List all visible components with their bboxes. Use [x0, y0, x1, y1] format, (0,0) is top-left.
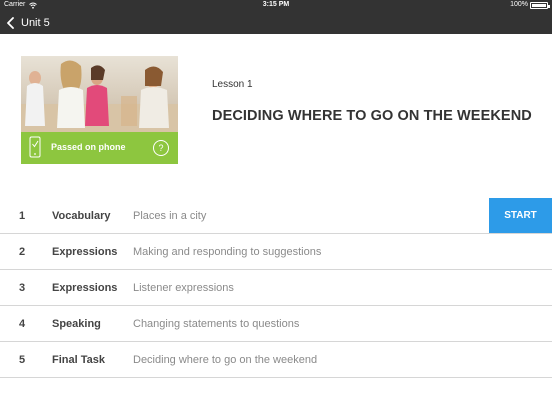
activity-type: Expressions	[52, 282, 118, 294]
nav-bar: Unit 5	[0, 12, 552, 34]
activity-number: 4	[19, 318, 26, 330]
status-time: 3:15 PM	[262, 1, 290, 8]
activity-description: Making and responding to suggestions	[133, 246, 322, 258]
activity-type: Vocabulary	[52, 210, 111, 222]
back-button[interactable]: Unit 5	[6, 14, 50, 32]
activity-description: Listener expressions	[133, 282, 234, 294]
activity-row[interactable]: 2 Expressions Making and responding to s…	[0, 234, 552, 270]
passed-label: Passed on phone	[51, 142, 126, 152]
status-bar: Carrier 3:15 PM 100%	[0, 0, 552, 11]
activity-description: Changing statements to questions	[133, 318, 300, 330]
activity-row[interactable]: 5 Final Task Deciding where to go on the…	[0, 342, 552, 378]
battery-percent: 100%	[510, 1, 528, 8]
lesson-thumbnail[interactable]: Passed on phone ?	[21, 56, 178, 164]
lesson-photo	[21, 56, 178, 132]
chevron-left-icon	[7, 17, 14, 29]
activity-type: Expressions	[52, 246, 118, 258]
activity-row[interactable]: 1 Vocabulary Places in a city START	[0, 198, 552, 234]
battery-icon	[530, 2, 550, 9]
activity-number: 1	[19, 210, 26, 222]
back-label: Unit 5	[21, 17, 50, 29]
phone-check-icon	[29, 136, 41, 158]
activity-number: 5	[19, 354, 26, 366]
activity-description: Deciding where to go on the weekend	[133, 354, 318, 366]
activity-list: 1 Vocabulary Places in a city START 2 Ex…	[0, 198, 552, 378]
passed-banner: Passed on phone ?	[21, 132, 178, 164]
start-button[interactable]: START	[489, 198, 552, 233]
activity-number: 2	[19, 246, 26, 258]
activity-description: Places in a city	[133, 210, 207, 222]
activity-number: 3	[19, 282, 26, 294]
top-bar: Carrier 3:15 PM 100% Unit 5	[0, 0, 552, 34]
activity-row[interactable]: 3 Expressions Listener expressions	[0, 270, 552, 306]
activity-type: Final Task	[52, 354, 105, 366]
activity-type: Speaking	[52, 318, 101, 330]
help-icon[interactable]: ?	[153, 140, 169, 156]
activity-row[interactable]: 4 Speaking Changing statements to questi…	[0, 306, 552, 342]
lesson-title: DECIDING WHERE TO GO ON THE WEEKEND	[212, 108, 532, 124]
lesson-number: Lesson 1	[212, 79, 253, 90]
